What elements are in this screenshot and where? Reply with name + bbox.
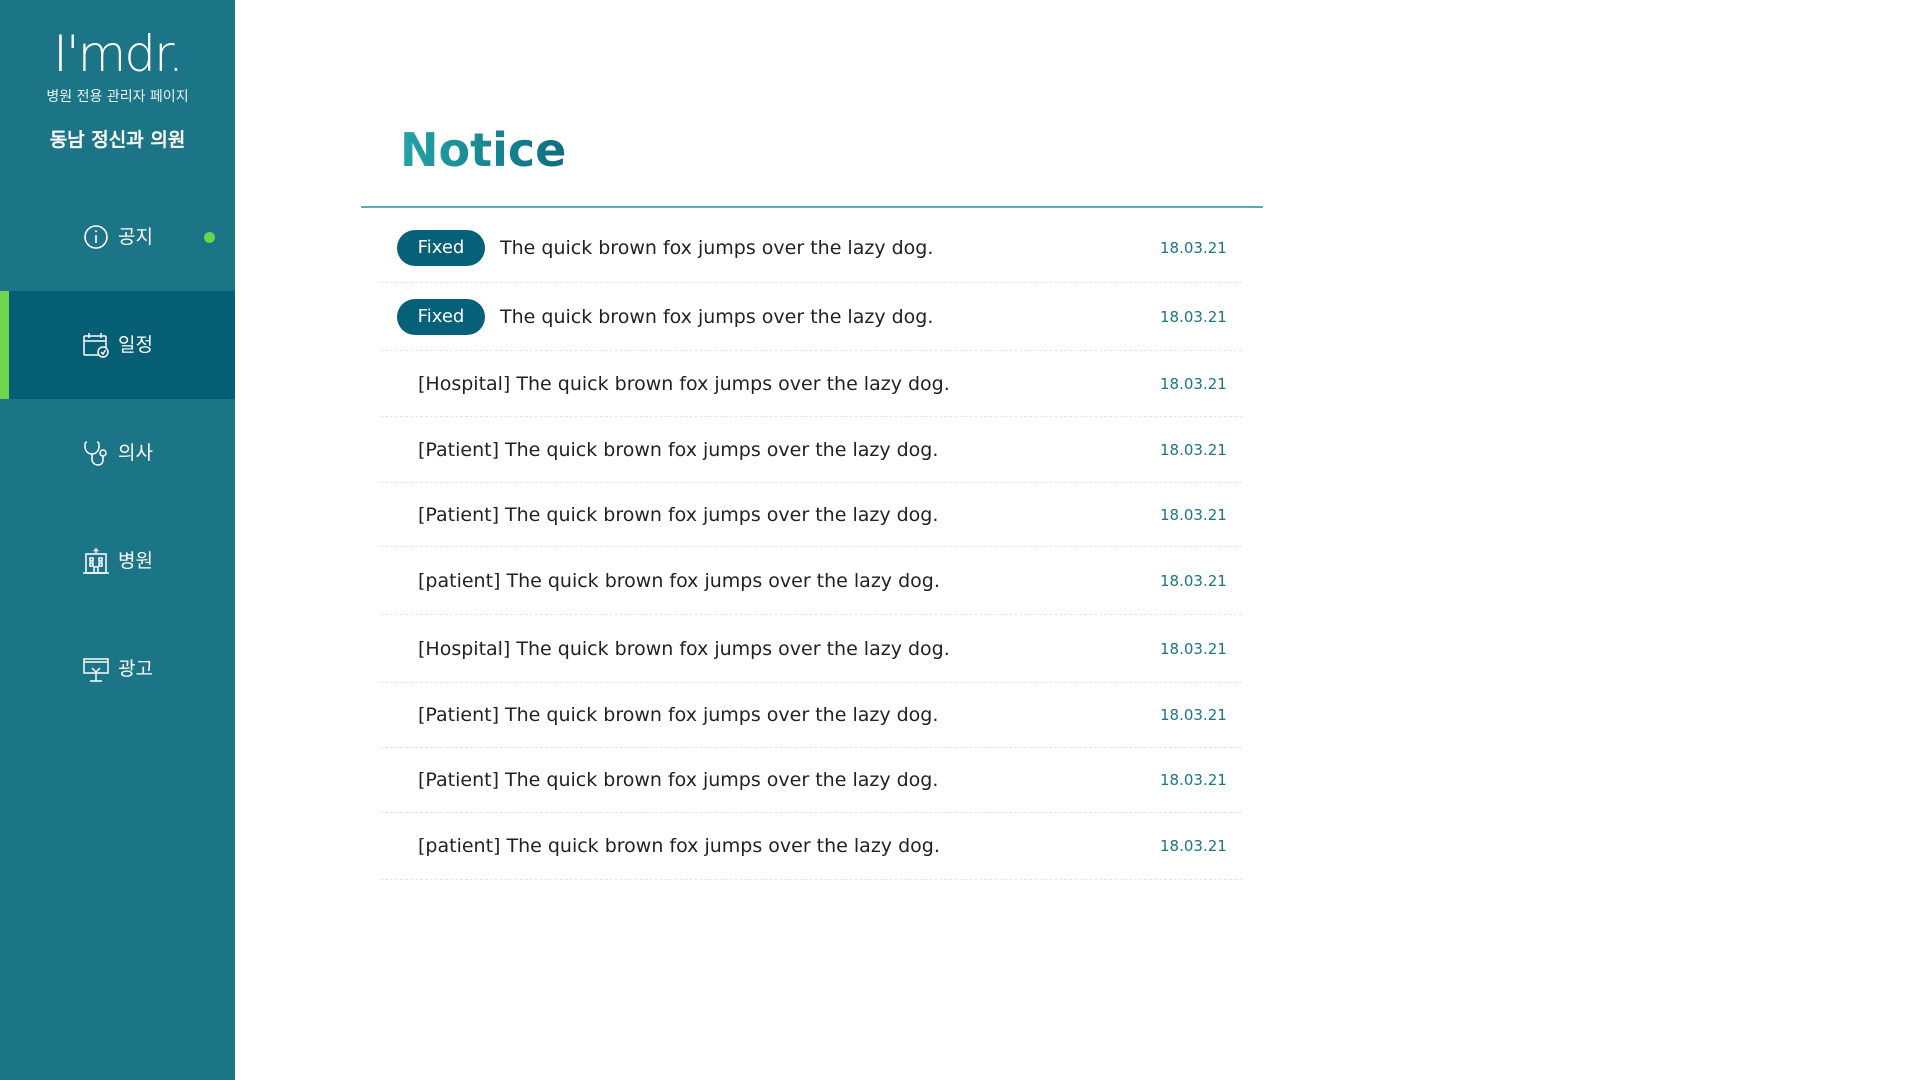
notice-row[interactable]: [Patient] The quick brown fox jumps over… xyxy=(380,483,1242,547)
page-title: Notice xyxy=(400,120,566,180)
main-content: Notice Fixed The quick brown fox jumps o… xyxy=(235,0,1920,1080)
brand: I'mdr. 병원 전용 관리자 페이지 xyxy=(0,26,235,106)
fixed-badge: Fixed xyxy=(397,230,485,266)
sidebar-item-doctor[interactable]: 의사 xyxy=(0,399,235,507)
sidebar-nav: 공지 일정 의사 병원 광고 xyxy=(0,183,235,723)
notice-date: 18.03.21 xyxy=(1160,307,1227,326)
notice-row[interactable]: [Patient] The quick brown fox jumps over… xyxy=(380,417,1242,483)
notice-row[interactable]: [Patient] The quick brown fox jumps over… xyxy=(380,748,1242,813)
notice-list: Fixed The quick brown fox jumps over the… xyxy=(380,214,1242,880)
notice-row[interactable]: Fixed The quick brown fox jumps over the… xyxy=(380,283,1242,351)
notice-date: 18.03.21 xyxy=(1160,505,1227,524)
notice-row[interactable]: [patient] The quick brown fox jumps over… xyxy=(380,547,1242,615)
notice-date: 18.03.21 xyxy=(1160,639,1227,658)
notice-date: 18.03.21 xyxy=(1160,571,1227,590)
notice-date: 18.03.21 xyxy=(1160,706,1227,724)
notice-title[interactable]: [Patient] The quick brown fox jumps over… xyxy=(418,439,938,461)
notice-title[interactable]: [Patient] The quick brown fox jumps over… xyxy=(418,704,938,726)
fixed-badge: Fixed xyxy=(397,298,485,335)
sidebar-item-label: 의사 xyxy=(118,442,153,464)
logo[interactable]: I'mdr. xyxy=(0,26,235,82)
notice-row[interactable]: Fixed The quick brown fox jumps over the… xyxy=(380,214,1242,283)
notice-date: 18.03.21 xyxy=(1160,440,1227,459)
notice-title[interactable]: [Patient] The quick brown fox jumps over… xyxy=(418,769,938,791)
new-indicator-dot xyxy=(204,232,215,243)
notice-title[interactable]: [Hospital] The quick brown fox jumps ove… xyxy=(418,373,950,395)
sidebar-item-schedule[interactable]: 일정 xyxy=(0,291,235,399)
sidebar-item-notice[interactable]: 공지 xyxy=(0,183,235,291)
sidebar: I'mdr. 병원 전용 관리자 페이지 동남 정신과 의원 공지 일정 의사 … xyxy=(0,0,235,1080)
sidebar-item-ads[interactable]: 광고 xyxy=(0,615,235,723)
hospital-icon xyxy=(82,547,110,575)
info-icon xyxy=(82,223,110,251)
billboard-icon xyxy=(82,655,110,683)
notice-date: 18.03.21 xyxy=(1160,374,1227,393)
stethoscope-icon xyxy=(82,439,110,467)
notice-row[interactable]: [Hospital] The quick brown fox jumps ove… xyxy=(380,351,1242,417)
calendar-icon xyxy=(82,331,110,359)
notice-row[interactable]: [Patient] The quick brown fox jumps over… xyxy=(380,683,1242,748)
sidebar-item-label: 일정 xyxy=(118,334,153,356)
notice-title[interactable]: [patient] The quick brown fox jumps over… xyxy=(418,570,940,592)
app: I'mdr. 병원 전용 관리자 페이지 동남 정신과 의원 공지 일정 의사 … xyxy=(0,0,1920,1080)
notice-date: 18.03.21 xyxy=(1160,239,1227,257)
title-divider xyxy=(361,206,1263,208)
notice-date: 18.03.21 xyxy=(1160,771,1227,789)
admin-subtitle: 병원 전용 관리자 페이지 xyxy=(46,89,189,105)
notice-title[interactable]: The quick brown fox jumps over the lazy … xyxy=(500,237,933,259)
sidebar-item-label: 광고 xyxy=(118,658,153,680)
notice-row[interactable]: [Hospital] The quick brown fox jumps ove… xyxy=(380,615,1242,683)
sidebar-item-label: 공지 xyxy=(118,226,153,248)
notice-date: 18.03.21 xyxy=(1160,837,1227,855)
notice-row[interactable]: [patient] The quick brown fox jumps over… xyxy=(380,813,1242,880)
sidebar-item-hospital[interactable]: 병원 xyxy=(0,507,235,615)
notice-title[interactable]: [Patient] The quick brown fox jumps over… xyxy=(418,504,938,526)
sidebar-item-label: 병원 xyxy=(118,550,153,572)
notice-title[interactable]: [Hospital] The quick brown fox jumps ove… xyxy=(418,638,950,660)
clinic-name: 동남 정신과 의원 xyxy=(49,129,186,151)
notice-title[interactable]: [patient] The quick brown fox jumps over… xyxy=(418,835,940,857)
notice-title[interactable]: The quick brown fox jumps over the lazy … xyxy=(500,306,933,328)
